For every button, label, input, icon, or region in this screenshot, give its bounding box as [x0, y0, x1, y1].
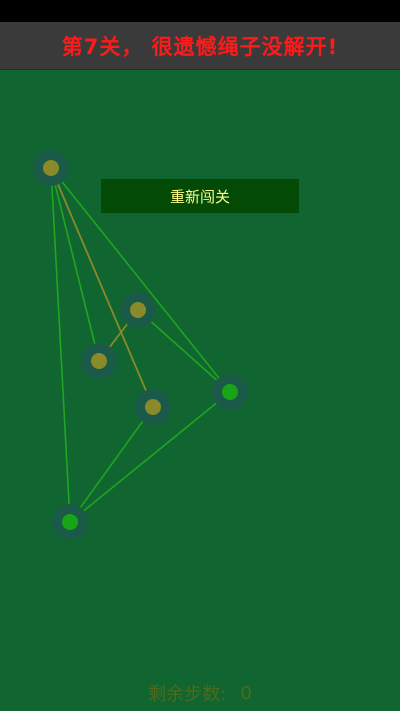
- remaining-steps-label: 剩余步数:: [148, 684, 227, 705]
- rope-node[interactable]: [52, 504, 88, 540]
- rope-node[interactable]: [81, 343, 117, 379]
- rope-node[interactable]: [33, 150, 69, 186]
- game-board: [33, 150, 248, 540]
- remaining-steps: 剩余步数: 0: [0, 680, 400, 706]
- restart-level-button[interactable]: 重新闯关: [101, 179, 299, 213]
- rope: [50, 167, 71, 523]
- remaining-steps-value: 0: [240, 682, 252, 704]
- rope-node[interactable]: [135, 389, 171, 425]
- rope-node[interactable]: [212, 374, 248, 410]
- rope-node[interactable]: [120, 292, 156, 328]
- rope: [137, 309, 231, 393]
